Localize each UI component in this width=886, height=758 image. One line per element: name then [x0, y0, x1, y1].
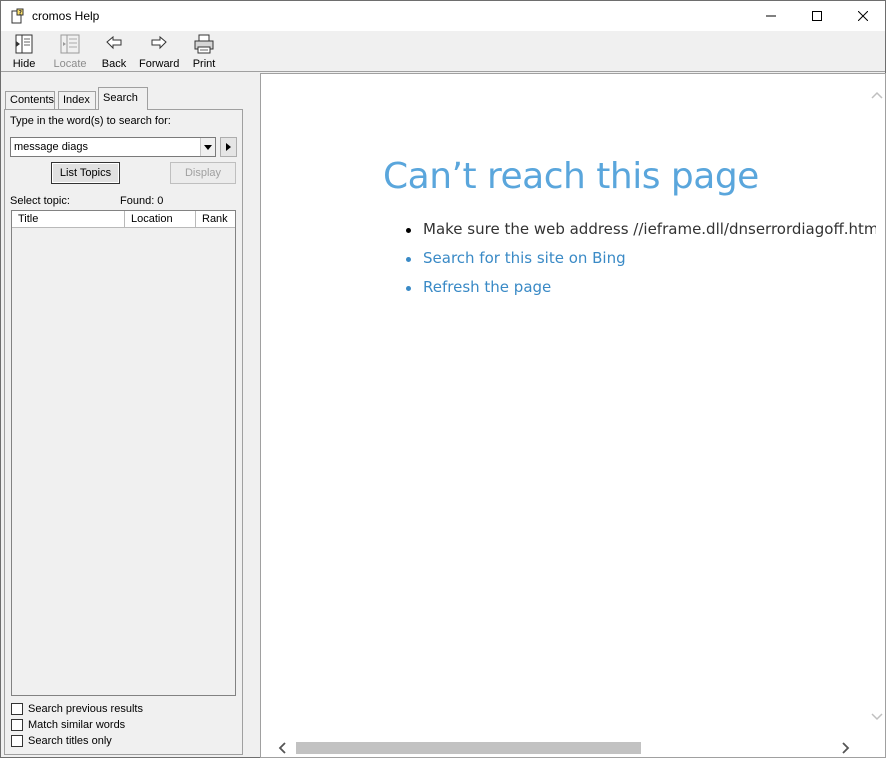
help-toolbar: Hide Locate Back Forward Print: [1, 31, 885, 72]
maximize-icon: [812, 11, 822, 21]
topic-content-pane: Can’t reach this page Make sure the web …: [260, 73, 886, 758]
match-similar-words-option[interactable]: Match similar words: [11, 718, 125, 732]
horizontal-scroll-thumb[interactable]: [296, 742, 641, 754]
triangle-right-icon: [226, 143, 231, 151]
help-app-icon: ?: [10, 8, 26, 24]
search-previous-results-checkbox[interactable]: [11, 703, 23, 715]
search-titles-only-option[interactable]: Search titles only: [11, 734, 112, 748]
search-results-list[interactable]: Title Location Rank: [11, 210, 236, 696]
back-label: Back: [101, 58, 127, 70]
forward-arrow-icon: [151, 35, 167, 50]
column-header-location[interactable]: Location: [125, 211, 196, 228]
search-previous-results-option[interactable]: Search previous results: [11, 702, 143, 716]
hide-button[interactable]: Hide: [9, 34, 39, 70]
locate-icon: [60, 34, 80, 54]
match-similar-words-checkbox[interactable]: [11, 719, 23, 731]
tab-index-label: Index: [63, 94, 90, 106]
scroll-right-icon[interactable]: [839, 742, 851, 754]
results-header: Title Location Rank: [12, 211, 235, 228]
search-tab-panel: Type in the word(s) to search for: List …: [4, 109, 243, 755]
search-previous-results-label: Search previous results: [28, 703, 143, 715]
maximize-button[interactable]: [794, 1, 840, 31]
tab-index[interactable]: Index: [58, 91, 96, 110]
close-button[interactable]: [840, 1, 886, 31]
search-history-dropdown[interactable]: [200, 138, 215, 156]
column-header-rank[interactable]: Rank: [196, 211, 235, 228]
list-topics-button[interactable]: List Topics: [51, 162, 120, 184]
search-bing-link[interactable]: Search for this site on Bing: [406, 249, 876, 278]
tab-search-label: Search: [103, 92, 138, 104]
operator-menu-button[interactable]: [220, 137, 237, 157]
hide-pane-icon: [15, 34, 33, 54]
scroll-up-icon[interactable]: [871, 90, 883, 102]
hide-label: Hide: [12, 58, 36, 70]
display-button[interactable]: Display: [170, 162, 236, 184]
minimize-button[interactable]: [748, 1, 794, 31]
search-input[interactable]: [10, 137, 216, 157]
window-title: cromos Help: [32, 9, 100, 23]
locate-label: Locate: [53, 58, 87, 70]
tab-contents[interactable]: Contents: [5, 91, 55, 110]
svg-text:?: ?: [19, 10, 23, 17]
tab-search[interactable]: Search: [98, 87, 148, 110]
scroll-down-icon[interactable]: [871, 710, 883, 722]
close-icon: [858, 11, 868, 21]
check-address-item: Make sure the web address //ieframe.dll/…: [406, 220, 876, 249]
search-titles-only-label: Search titles only: [28, 735, 112, 747]
title-bar: ? cromos Help: [1, 1, 885, 31]
print-label: Print: [192, 58, 216, 70]
search-instruction-label: Type in the word(s) to search for:: [10, 115, 171, 127]
nav-tabs: Contents Index Search: [5, 87, 245, 110]
search-titles-only-checkbox[interactable]: [11, 735, 23, 747]
forward-label: Forward: [139, 58, 180, 70]
help-window: ? cromos Help Hide Locate Back Forward P…: [0, 0, 886, 758]
error-heading: Can’t reach this page: [383, 156, 759, 197]
chevron-down-icon: [204, 144, 212, 150]
error-suggestions: Make sure the web address //ieframe.dll/…: [406, 220, 876, 307]
printer-icon: [194, 34, 214, 54]
horizontal-scrollbar[interactable]: [261, 738, 885, 757]
navigation-pane: Contents Index Search Type in the word(s…: [1, 73, 246, 757]
scroll-left-icon[interactable]: [277, 742, 289, 754]
select-topic-label: Select topic:: [10, 195, 70, 207]
match-similar-words-label: Match similar words: [28, 719, 126, 731]
found-count: Found: 0: [120, 195, 164, 207]
refresh-page-link[interactable]: Refresh the page: [406, 278, 876, 307]
column-header-title[interactable]: Title: [12, 211, 125, 228]
print-button[interactable]: Print: [191, 34, 217, 70]
pane-splitter[interactable]: [246, 73, 260, 757]
forward-button[interactable]: Forward: [139, 34, 179, 70]
back-button[interactable]: Back: [100, 34, 128, 70]
tab-contents-label: Contents: [10, 94, 55, 106]
back-arrow-icon: [106, 35, 122, 50]
minimize-icon: [766, 15, 776, 17]
locate-button[interactable]: Locate: [51, 34, 89, 70]
